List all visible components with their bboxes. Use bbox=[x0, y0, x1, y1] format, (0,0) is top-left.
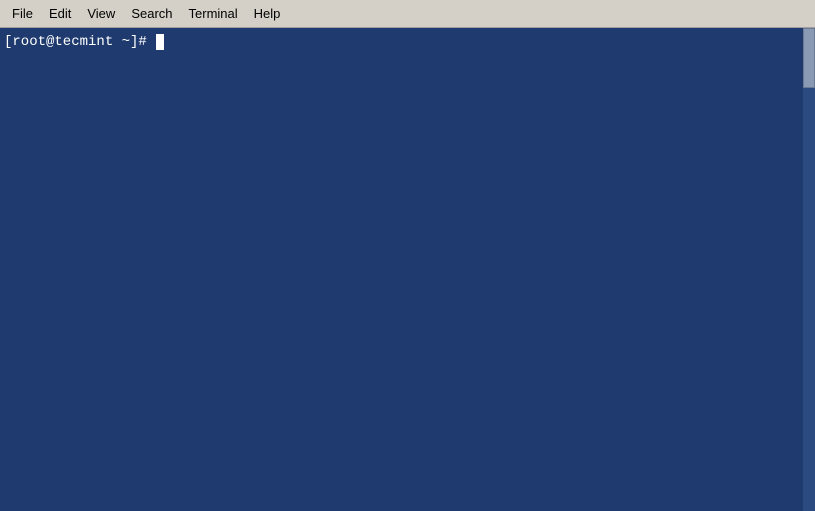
menu-item-search[interactable]: Search bbox=[123, 3, 180, 24]
prompt-line: [root@tecmint ~]# bbox=[4, 34, 811, 50]
menu-item-view[interactable]: View bbox=[79, 3, 123, 24]
menu-item-terminal[interactable]: Terminal bbox=[181, 3, 246, 24]
scrollbar-thumb[interactable] bbox=[803, 28, 815, 88]
menu-item-help[interactable]: Help bbox=[246, 3, 289, 24]
terminal-body[interactable]: [root@tecmint ~]# bbox=[0, 28, 815, 511]
menu-item-edit[interactable]: Edit bbox=[41, 3, 79, 24]
terminal-cursor bbox=[156, 34, 164, 50]
menubar: File Edit View Search Terminal Help bbox=[0, 0, 815, 28]
menu-item-file[interactable]: File bbox=[4, 3, 41, 24]
prompt-text: [root@tecmint ~]# bbox=[4, 34, 155, 50]
scrollbar-track[interactable] bbox=[803, 28, 815, 511]
